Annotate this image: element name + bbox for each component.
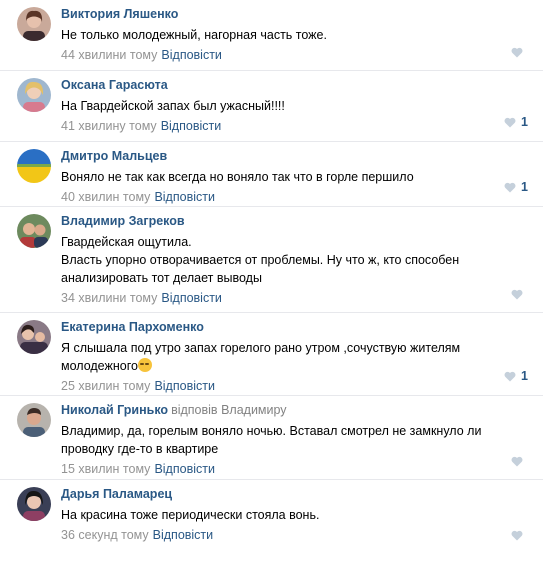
comment-text: Воняло не так как всегда но воняло так ч…: [61, 170, 414, 184]
reply-indicator: відповів Владимиру: [171, 403, 287, 417]
reply-button[interactable]: Відповісти: [161, 291, 222, 305]
avatar[interactable]: [17, 7, 51, 41]
heart-icon: [511, 530, 523, 541]
heart-icon: [504, 182, 516, 192]
heart-icon: [511, 289, 523, 300]
reply-button[interactable]: Відповісти: [154, 379, 215, 393]
comment-text: Владимир, да, горелым воняло ночью. Вста…: [61, 424, 485, 456]
comment-time[interactable]: 34 хвилини тому: [61, 291, 157, 305]
reply-button[interactable]: Відповісти: [153, 528, 214, 542]
like-button[interactable]: 1: [504, 115, 528, 129]
reply-to-name[interactable]: Владимиру: [221, 403, 287, 417]
reply-button[interactable]: Відповісти: [154, 190, 215, 204]
avatar[interactable]: [17, 214, 51, 248]
heart-icon: [511, 456, 523, 467]
comments-list: Виктория Ляшенко Не только молодежный, н…: [0, 0, 543, 553]
comment-author[interactable]: Оксана Гарасюта: [61, 78, 168, 92]
avatar[interactable]: [17, 320, 51, 354]
avatar[interactable]: [17, 487, 51, 521]
comment-text: На красина тоже периодически стояла вонь…: [61, 508, 320, 522]
comment-item: Оксана Гарасюта На Гвардейской запах был…: [0, 71, 543, 142]
comment-item: Виктория Ляшенко Не только молодежный, н…: [0, 0, 543, 71]
comment-time[interactable]: 25 хвилин тому: [61, 379, 150, 393]
heart-icon: [511, 47, 523, 58]
comment-item: Екатерина Пархоменко Я слышала под утро …: [0, 313, 543, 396]
comment-item: Николай Гринько відповів Владимиру Владим…: [0, 396, 543, 480]
comment-text: На Гвардейской запах был ужасный!!!!: [61, 99, 285, 113]
sad-face-emoji: [137, 358, 152, 372]
reply-button[interactable]: Відповісти: [154, 462, 215, 476]
reply-button[interactable]: Відповісти: [161, 48, 222, 62]
comment-text: Не только молодежный, нагорная часть тож…: [61, 28, 327, 42]
comment-time[interactable]: 44 хвилини тому: [61, 48, 157, 62]
comment-author[interactable]: Николай Гринько: [61, 403, 168, 417]
heart-icon: [504, 371, 516, 381]
comment-item: Дарья Паламарец На красина тоже периодич…: [0, 480, 543, 553]
comment-text: Я слышала под утро запах горелого рано у…: [61, 341, 464, 373]
like-count: 1: [521, 115, 528, 129]
avatar[interactable]: [17, 149, 51, 183]
comment-author[interactable]: Владимир Загреков: [61, 214, 185, 228]
like-button[interactable]: 1: [504, 369, 528, 383]
comment-author[interactable]: Виктория Ляшенко: [61, 7, 178, 21]
comment-author[interactable]: Дарья Паламарец: [61, 487, 172, 501]
like-button[interactable]: [511, 530, 528, 541]
comment-time[interactable]: 41 хвилину тому: [61, 119, 157, 133]
avatar[interactable]: [17, 403, 51, 437]
like-button[interactable]: 1: [504, 180, 528, 194]
like-count: 1: [521, 180, 528, 194]
comment-item: Владимир Загреков Гвардейская ощутила. В…: [0, 207, 543, 313]
like-button[interactable]: [511, 47, 528, 58]
comment-author[interactable]: Екатерина Пархоменко: [61, 320, 204, 334]
like-button[interactable]: [511, 289, 528, 300]
like-count: 1: [521, 369, 528, 383]
reply-button[interactable]: Відповісти: [161, 119, 222, 133]
comment-time[interactable]: 36 секунд тому: [61, 528, 149, 542]
comment-text: Гвардейская ощутила. Власть упорно отвор…: [61, 235, 460, 285]
like-button[interactable]: [511, 456, 528, 467]
comment-time[interactable]: 40 хвилин тому: [61, 190, 150, 204]
comment-author[interactable]: Дмитро Мальцев: [61, 149, 167, 163]
comment-time[interactable]: 15 хвилин тому: [61, 462, 150, 476]
avatar[interactable]: [17, 78, 51, 112]
comment-item: Дмитро Мальцев Воняло не так как всегда …: [0, 142, 543, 207]
heart-icon: [504, 117, 516, 127]
